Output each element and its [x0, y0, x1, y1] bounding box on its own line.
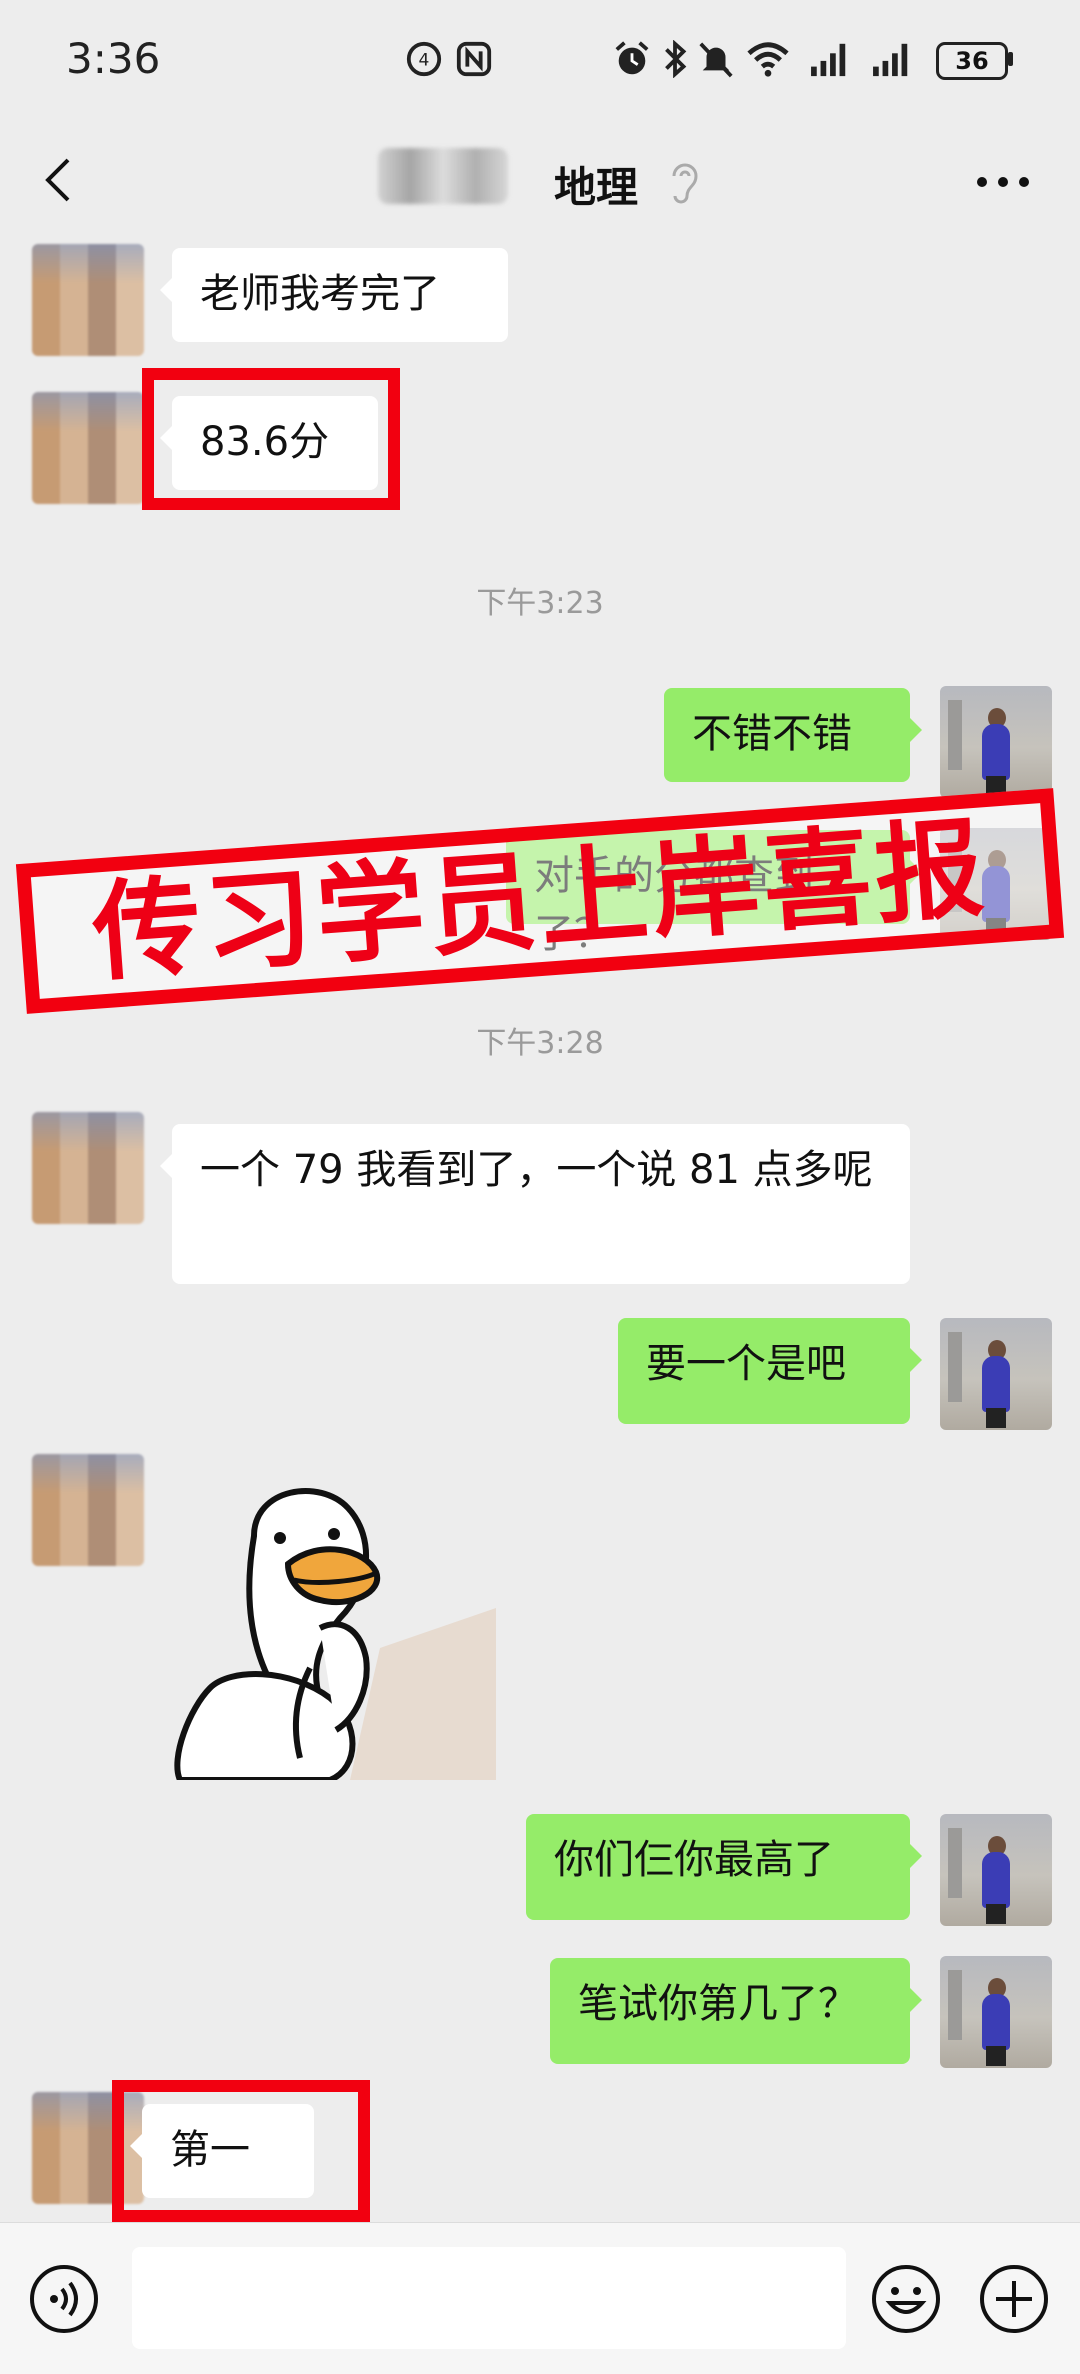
contact-avatar[interactable]: [32, 244, 144, 356]
highlight-box-rank: [112, 2080, 370, 2222]
battery-nub: [1008, 52, 1013, 66]
more-icon[interactable]: [976, 176, 1030, 188]
message-text: 你们仨你最高了: [554, 1837, 834, 1883]
mute-icon: [699, 42, 733, 78]
my-avatar[interactable]: [940, 1318, 1052, 1430]
highlight-box-score: [142, 368, 400, 510]
timestamp: 下午3:28: [476, 1026, 604, 1061]
wifi-icon: [747, 42, 789, 77]
battery-indicator: 36: [936, 42, 1008, 80]
message-input[interactable]: [132, 2247, 846, 2349]
chat-header: 地理: [0, 120, 1080, 240]
svg-text:4: 4: [419, 51, 430, 71]
my-avatar[interactable]: [940, 1956, 1052, 2068]
nfc-icon: [456, 41, 492, 77]
message-bubble-out[interactable]: 要一个是吧: [618, 1318, 922, 1424]
message-bubble-out[interactable]: 笔试你第几了？: [550, 1958, 922, 2064]
ear-icon: [672, 163, 698, 204]
signal-icon: [811, 43, 846, 77]
emoji-icon[interactable]: [870, 2263, 942, 2335]
banner-text: 传习学员上岸喜报: [88, 806, 992, 997]
congrats-banner: 传习学员上岸喜报: [15, 788, 1065, 1014]
message-text: 一个 79 我看到了，一个说 81 点多呢: [200, 1147, 873, 1193]
my-avatar[interactable]: [940, 686, 1052, 798]
contact-avatar[interactable]: [32, 1112, 144, 1224]
message-bubble-out[interactable]: 不错不错: [664, 688, 922, 782]
message-text: 笔试你第几了？: [578, 1981, 858, 2027]
message-bubble-out[interactable]: 你们仨你最高了: [526, 1814, 922, 1920]
chat-title: 地理: [554, 163, 639, 212]
bluetooth-icon: [665, 40, 687, 78]
alarm-icon: [615, 41, 649, 75]
duck-sticker[interactable]: [170, 1468, 496, 1780]
signal-icon-2: [873, 43, 908, 77]
timestamp: 下午3:23: [476, 586, 604, 621]
status-time: 3:36: [66, 34, 161, 83]
contact-avatar[interactable]: [32, 392, 144, 504]
voice-icon[interactable]: [28, 2263, 100, 2335]
data-saver-icon: 4: [406, 41, 442, 77]
message-bubble-in[interactable]: 老师我考完了: [160, 248, 508, 342]
message-text: 不错不错: [692, 711, 852, 757]
status-bar: 3:36 4 36: [0, 0, 1080, 120]
contact-avatar[interactable]: [32, 1454, 144, 1566]
message-text: 要一个是吧: [646, 1341, 846, 1387]
input-bar: [0, 2222, 1080, 2374]
my-avatar[interactable]: [940, 1814, 1052, 1926]
back-icon[interactable]: [38, 156, 78, 204]
blurred-contact-name: [378, 148, 508, 204]
message-text: 老师我考完了: [200, 271, 440, 317]
message-bubble-in[interactable]: 一个 79 我看到了，一个说 81 点多呢: [160, 1124, 910, 1284]
plus-icon[interactable]: [978, 2263, 1050, 2335]
